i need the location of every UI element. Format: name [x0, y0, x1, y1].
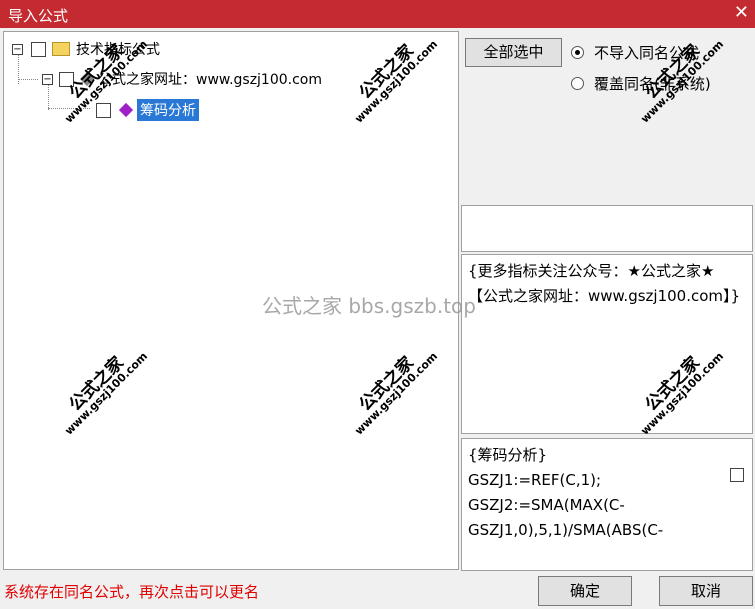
- select-all-button[interactable]: 全部选中: [465, 38, 562, 67]
- info-text: {更多指标关注公众号：★公式之家★ 【公式之家网址：www.gszj100.co…: [468, 262, 741, 305]
- watermark-center: 公式之家 bbs.gszb.top: [262, 294, 476, 318]
- code-line: GSZJ1,0),5,1)/SMA(ABS(C-: [468, 521, 664, 539]
- leaf-checkbox[interactable]: [96, 102, 111, 118]
- confirm-button[interactable]: 确定: [538, 576, 632, 606]
- window-title: 导入公式: [8, 7, 69, 25]
- radio-unselected-icon[interactable]: [571, 77, 584, 90]
- tree-leaf-label[interactable]: 筹码分析: [137, 99, 199, 121]
- name-field[interactable]: [461, 205, 753, 252]
- status-message: 系统存在同名公式，再次点击可以更名: [4, 583, 260, 601]
- formula-icon: [118, 102, 134, 118]
- code-line: GSZJ2:=SMA(MAX(C-: [468, 496, 625, 514]
- code-preview[interactable]: {筹码分析} GSZJ1:=REF(C,1); GSZJ2:=SMA(MAX(C…: [461, 438, 753, 571]
- collapse-icon[interactable]: −: [12, 43, 23, 55]
- code-option-checkbox[interactable]: [730, 468, 744, 482]
- close-icon[interactable]: ✕: [734, 2, 749, 23]
- code-line: GSZJ1:=REF(C,1);: [468, 471, 602, 489]
- radio-selected-icon[interactable]: [571, 46, 584, 59]
- tree-connector: [18, 79, 38, 80]
- tree-child-label: 公式之家网址：www.gszj100.com: [98, 72, 323, 88]
- cancel-button[interactable]: 取消: [659, 576, 753, 606]
- title-bar: 导入公式 ✕: [0, 0, 755, 28]
- collapse-icon[interactable]: −: [42, 73, 53, 85]
- code-line: {筹码分析}: [468, 446, 548, 464]
- folder-icon: [52, 42, 70, 56]
- root-checkbox[interactable]: [31, 41, 46, 57]
- tree-node-leaf[interactable]: 筹码分析: [96, 99, 199, 121]
